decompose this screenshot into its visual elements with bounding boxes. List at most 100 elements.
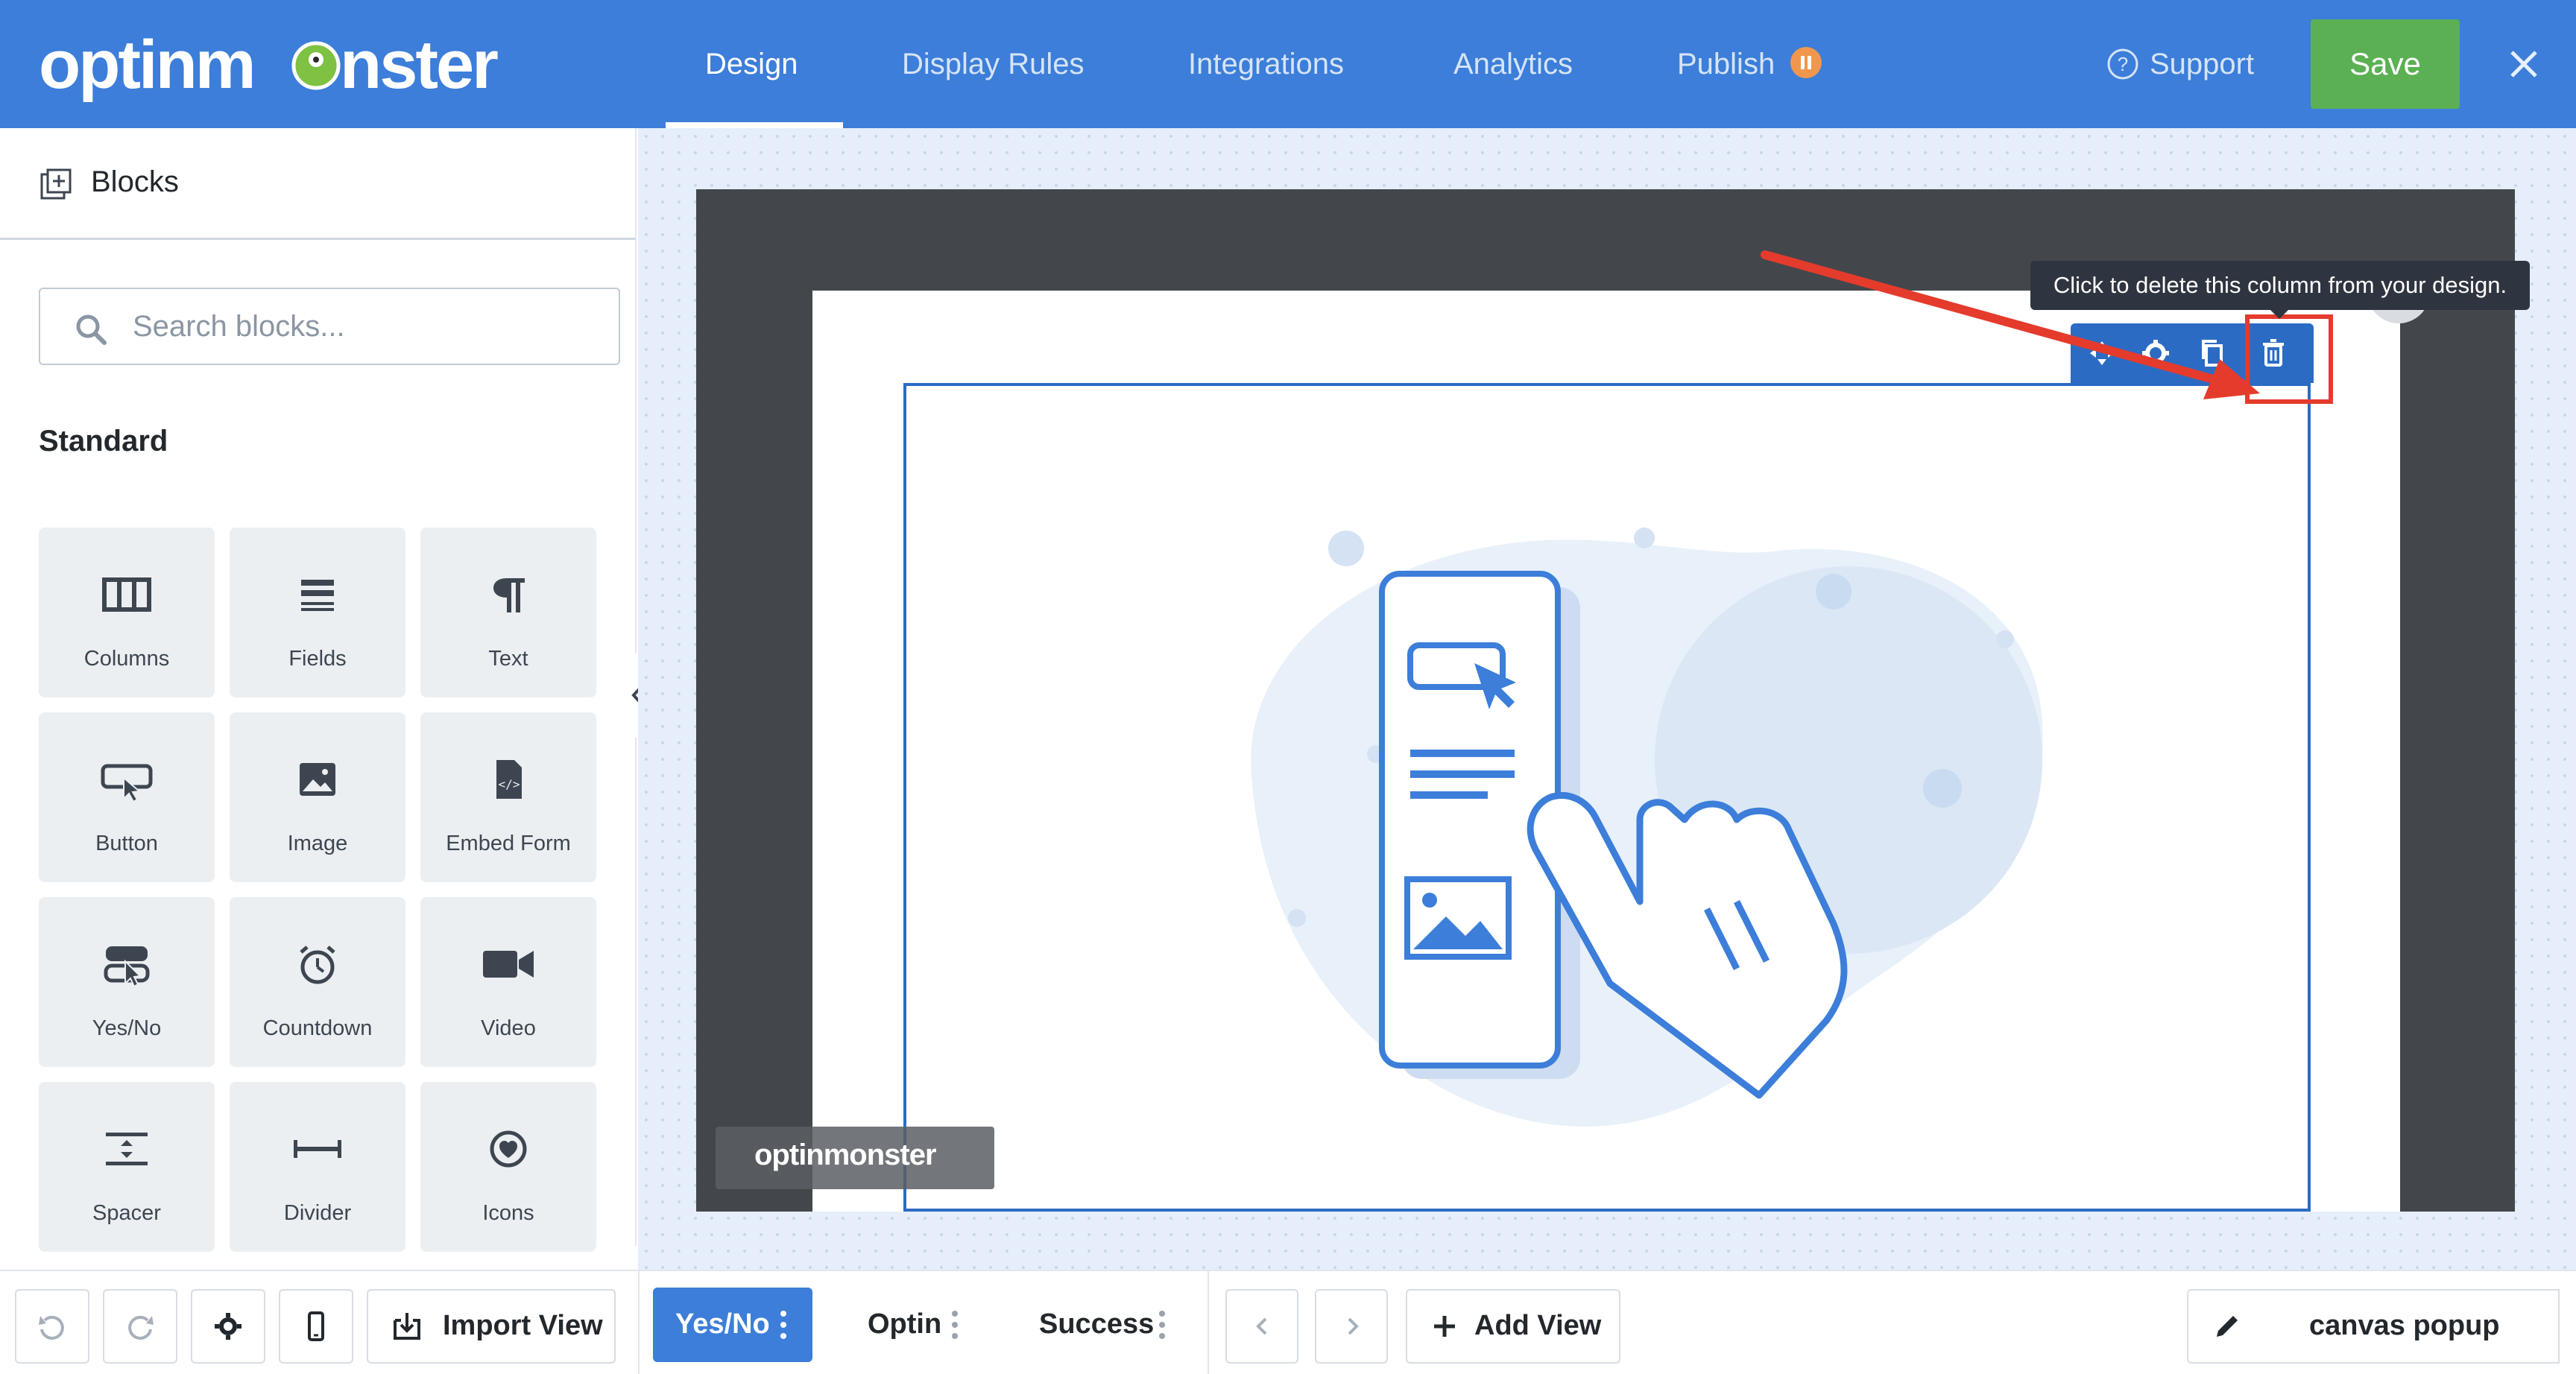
optinmonster-watermark[interactable]: optinmonster bbox=[716, 1127, 994, 1189]
block-tile-columns[interactable]: Columns bbox=[39, 528, 215, 697]
redo-button[interactable] bbox=[103, 1289, 177, 1364]
section-title-standard: Standard bbox=[39, 425, 168, 458]
block-label: Yes/No bbox=[92, 1016, 162, 1040]
nav-tab-design[interactable]: Design bbox=[705, 42, 798, 86]
video-camera-icon bbox=[483, 951, 534, 978]
campaign-name-label: canvas popup bbox=[2309, 1310, 2500, 1341]
view-tab-optin[interactable]: Optin bbox=[835, 1288, 976, 1362]
alarm-clock-icon bbox=[300, 946, 335, 984]
block-label: Fields bbox=[288, 647, 347, 671]
active-tab-underline bbox=[666, 122, 843, 128]
blocks-panel-title: Blocks bbox=[91, 165, 179, 198]
more-vertical-icon[interactable] bbox=[780, 1310, 787, 1340]
previous-view-button[interactable] bbox=[1225, 1289, 1298, 1364]
next-view-button[interactable] bbox=[1315, 1289, 1388, 1364]
svg-text:</>: </> bbox=[499, 777, 520, 791]
search-box[interactable] bbox=[39, 288, 620, 365]
columns-icon bbox=[102, 577, 151, 612]
block-tile-button[interactable]: Button bbox=[39, 712, 215, 882]
more-vertical-icon[interactable] bbox=[951, 1310, 959, 1340]
hand-tapping-phone-illustration bbox=[1251, 528, 2043, 1127]
block-label: Image bbox=[287, 832, 348, 855]
delete-column-tooltip: Click to delete this column from your de… bbox=[2030, 261, 2530, 310]
top-bar: optinm nster Design Display Rules Integr… bbox=[0, 0, 2576, 128]
search-icon bbox=[76, 314, 107, 345]
block-label: Columns bbox=[83, 647, 170, 671]
blocks-panel-header: Blocks bbox=[0, 128, 635, 240]
nav-tab-display-rules[interactable]: Display Rules bbox=[902, 42, 1085, 86]
spacer-icon bbox=[106, 1133, 148, 1165]
plus-icon bbox=[1434, 1316, 1455, 1337]
view-tab-yes-no[interactable]: Yes/No bbox=[653, 1288, 812, 1362]
blocks-sidebar: Blocks Standard Columns Fields Text Butt… bbox=[0, 128, 637, 1252]
undo-button[interactable] bbox=[15, 1289, 89, 1364]
block-tile-text[interactable]: Text bbox=[420, 528, 596, 697]
chevron-right-icon bbox=[1348, 1317, 1359, 1335]
mobile-phone-icon bbox=[308, 1311, 324, 1341]
block-label: Text bbox=[488, 647, 528, 671]
block-label: Video bbox=[481, 1016, 536, 1040]
block-tile-countdown[interactable]: Countdown bbox=[230, 897, 405, 1067]
block-tile-image[interactable]: Image bbox=[230, 712, 405, 882]
mobile-preview-button[interactable] bbox=[279, 1289, 353, 1364]
add-view-button[interactable]: Add View bbox=[1406, 1289, 1620, 1364]
fields-icon bbox=[301, 580, 334, 611]
nav-tab-analytics[interactable]: Analytics bbox=[1453, 42, 1573, 86]
pencil-icon bbox=[2217, 1316, 2238, 1337]
settings-button[interactable] bbox=[191, 1289, 265, 1364]
close-icon[interactable] bbox=[2501, 42, 2546, 86]
divider-icon bbox=[294, 1140, 341, 1158]
gear-icon bbox=[215, 1313, 242, 1340]
button-cursor-icon bbox=[101, 764, 153, 803]
block-label: Divider bbox=[283, 1201, 352, 1225]
heart-circle-icon bbox=[490, 1130, 527, 1168]
chevron-left-icon bbox=[1256, 1317, 1267, 1335]
svg-text:optinm: optinm bbox=[39, 27, 254, 103]
campaign-name-button[interactable]: canvas popup bbox=[2187, 1289, 2560, 1364]
image-icon bbox=[300, 763, 335, 796]
bottom-divider bbox=[1208, 1271, 1209, 1374]
view-tab-label: Optin bbox=[868, 1308, 942, 1340]
block-label: Button bbox=[95, 832, 158, 855]
view-tab-success[interactable]: Success bbox=[1014, 1288, 1185, 1362]
tooltip-pointer bbox=[2270, 310, 2288, 319]
import-view-label: Import View bbox=[443, 1310, 603, 1341]
block-label: Embed Form bbox=[446, 832, 571, 855]
svg-text:?: ? bbox=[2118, 53, 2128, 75]
watermark-logo-text: optinmonster bbox=[754, 1139, 937, 1171]
support-link[interactable]: Support bbox=[2150, 42, 2254, 86]
block-tile-fields[interactable]: Fields bbox=[230, 528, 405, 697]
svg-text:nster: nster bbox=[340, 27, 498, 103]
block-tile-icons[interactable]: Icons bbox=[420, 1082, 596, 1252]
block-tile-video[interactable]: Video bbox=[420, 897, 596, 1067]
view-tab-label: Yes/No bbox=[675, 1308, 770, 1340]
nav-tab-integrations[interactable]: Integrations bbox=[1188, 42, 1344, 86]
nav-tab-publish[interactable]: Publish bbox=[1677, 42, 1775, 86]
view-tab-label: Success bbox=[1039, 1308, 1155, 1340]
import-icon bbox=[394, 1313, 420, 1340]
block-tile-embed-form[interactable]: </> Embed Form bbox=[420, 712, 596, 882]
bottom-bar: Import View Yes/No Optin Success Add Vie… bbox=[0, 1270, 2576, 1374]
block-label: Countdown bbox=[262, 1016, 373, 1040]
block-tile-yes-no[interactable]: Yes/No bbox=[39, 897, 215, 1067]
add-view-label: Add View bbox=[1474, 1310, 1602, 1341]
publish-status-badge bbox=[1790, 47, 1822, 78]
block-tile-spacer[interactable]: Spacer bbox=[39, 1082, 215, 1252]
embed-code-icon: </> bbox=[496, 760, 522, 799]
paragraph-icon bbox=[493, 578, 525, 612]
add-block-icon bbox=[40, 168, 72, 200]
import-view-button[interactable]: Import View bbox=[367, 1289, 616, 1364]
block-label: Spacer bbox=[92, 1201, 161, 1225]
more-vertical-icon[interactable] bbox=[1158, 1310, 1166, 1340]
save-button[interactable]: Save bbox=[2311, 19, 2460, 109]
block-label: Icons bbox=[482, 1201, 534, 1225]
yes-no-icon bbox=[104, 946, 150, 988]
undo-icon bbox=[39, 1315, 64, 1340]
help-circle-icon[interactable]: ? bbox=[2106, 48, 2139, 80]
optinmonster-logo[interactable]: optinm nster bbox=[39, 19, 531, 109]
block-tile-divider[interactable]: Divider bbox=[230, 1082, 405, 1252]
redo-icon bbox=[128, 1315, 154, 1340]
pause-icon bbox=[1801, 56, 1811, 69]
search-input[interactable] bbox=[133, 303, 595, 350]
bottom-divider bbox=[638, 1271, 640, 1374]
